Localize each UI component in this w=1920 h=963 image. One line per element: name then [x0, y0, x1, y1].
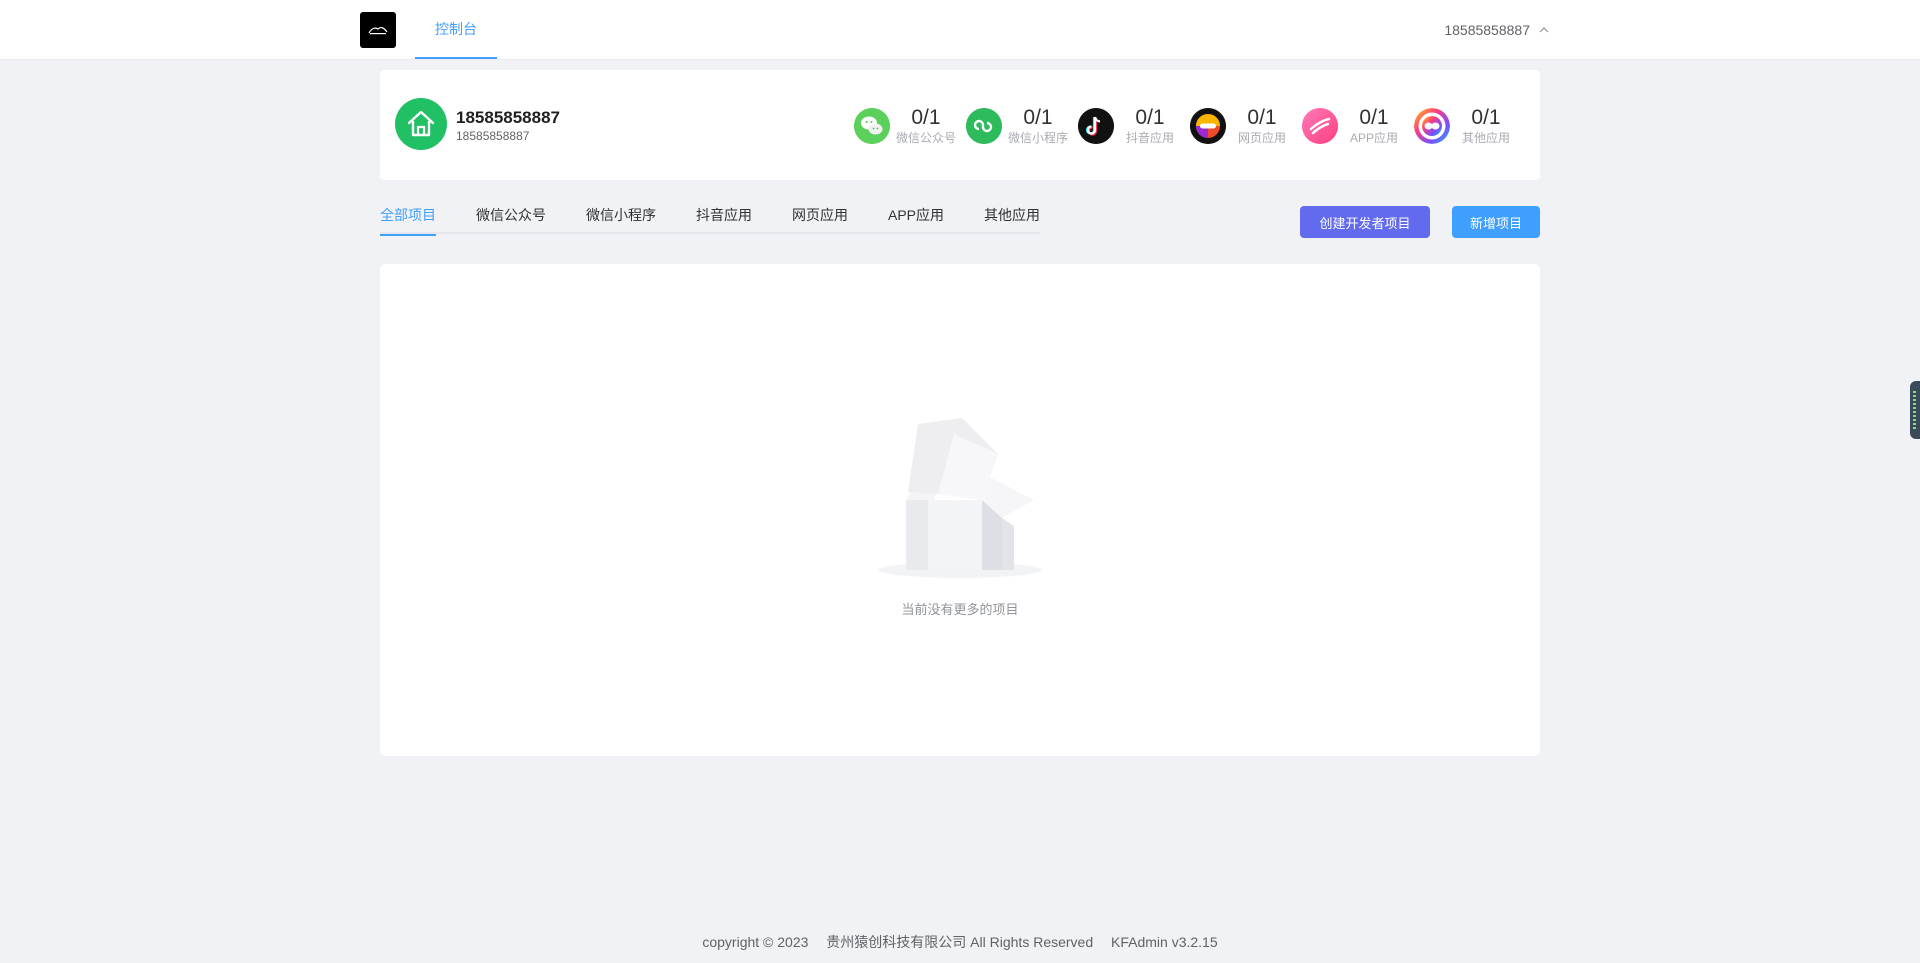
logo[interactable] — [360, 12, 396, 48]
project-tabs: 全部项目 微信公众号 微信小程序 抖音应用 网页应用 APP应用 其他应用 — [380, 200, 1040, 236]
empty-state-text: 当前没有更多的项目 — [901, 602, 1019, 617]
stat-label: 网页应用 — [1237, 131, 1286, 145]
create-dev-project-button[interactable]: 创建开发者项目 — [1300, 206, 1430, 238]
project-list-panel: 当前没有更多的项目 — [380, 264, 1540, 756]
home-icon — [407, 110, 435, 137]
stat-count: 0/1 — [1023, 106, 1053, 129]
tab-all-projects[interactable]: 全部项目 — [380, 200, 436, 236]
footer-company: 贵州猿创科技有限公司 All Rights Reserved — [826, 934, 1094, 950]
mini-program-icon — [965, 108, 1002, 144]
footer-version: KFAdmin v3.2.15 — [1111, 934, 1218, 950]
app-icon — [1302, 108, 1338, 144]
avatar — [395, 98, 447, 150]
stat-label: 微信小程序 — [1007, 131, 1068, 145]
stat-label: 其他应用 — [1461, 131, 1510, 145]
profile-name: 18585858887 — [456, 108, 561, 127]
tab-wechat-mini-program[interactable]: 微信小程序 — [586, 200, 656, 234]
stat-count: 0/1 — [1471, 106, 1501, 129]
stat-label: 抖音应用 — [1125, 131, 1174, 145]
stat-count: 0/1 — [911, 106, 941, 129]
user-menu[interactable]: 18585858887 — [1444, 0, 1550, 59]
nav-tab-console[interactable]: 控制台 — [415, 0, 497, 59]
tab-app[interactable]: APP应用 — [888, 200, 944, 234]
logo-icon — [368, 26, 388, 35]
stat-count: 0/1 — [1247, 106, 1277, 129]
douyin-icon — [1078, 108, 1114, 144]
app-stats: 0/1 微信公众号 0/1 微信小程序 0/1 抖音应用 0/1 网页应用 0/… — [844, 104, 1516, 148]
tab-wechat-official[interactable]: 微信公众号 — [476, 200, 546, 234]
tab-web-app[interactable]: 网页应用 — [792, 200, 848, 234]
stat-douyin: 0/1 抖音应用 — [1078, 106, 1180, 146]
username: 18585858887 — [1444, 21, 1530, 38]
stat-app: 0/1 APP应用 — [1302, 106, 1404, 146]
tab-douyin[interactable]: 抖音应用 — [696, 200, 752, 234]
wechat-icon — [853, 108, 890, 144]
stat-count: 0/1 — [1135, 106, 1165, 129]
stat-web-app: 0/1 网页应用 — [1190, 106, 1292, 146]
stat-other-app: 0/1 其他应用 — [1414, 106, 1516, 146]
footer: copyright © 2023 贵州猿创科技有限公司 All Rights R… — [0, 932, 1920, 952]
footer-copyright: copyright © 2023 — [702, 934, 809, 950]
stat-count: 0/1 — [1359, 106, 1389, 129]
stat-label: 微信公众号 — [895, 131, 956, 145]
top-header: 控制台 18585858887 — [0, 0, 1920, 60]
stat-label: APP应用 — [1349, 131, 1398, 145]
stat-wechat: 0/1 微信公众号 — [853, 106, 956, 146]
web-app-icon — [1190, 108, 1226, 144]
tab-other-app[interactable]: 其他应用 — [984, 200, 1040, 234]
chevron-up-icon — [1539, 26, 1549, 32]
empty-box-icon — [878, 418, 1042, 578]
profile-subtitle: 18585858887 — [456, 129, 530, 143]
side-panel-handle[interactable] — [1910, 381, 1920, 439]
new-project-button[interactable]: 新增项目 — [1452, 206, 1540, 238]
other-app-icon — [1414, 108, 1450, 144]
stat-mini-program: 0/1 微信小程序 — [965, 106, 1068, 146]
profile-card: 18585858887 18585858887 0/1 微信公众号 0/1 微信… — [380, 70, 1540, 180]
